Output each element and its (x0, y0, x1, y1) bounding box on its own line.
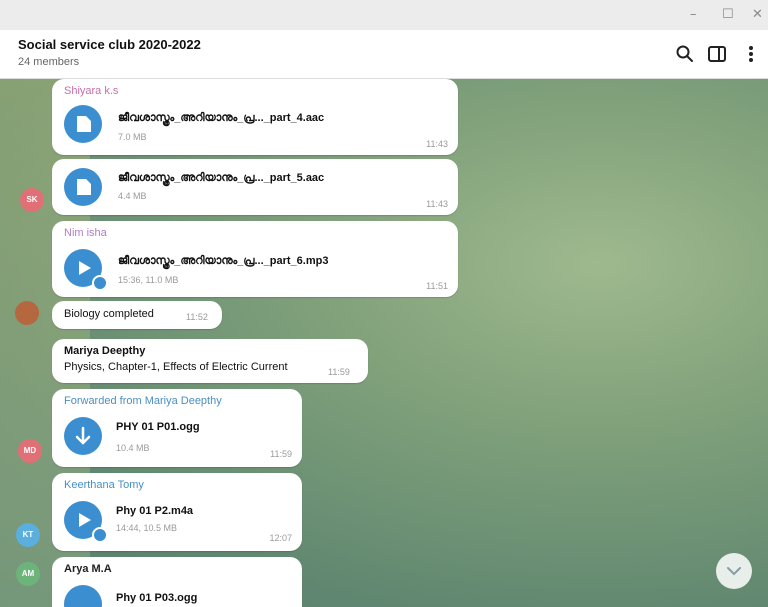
file-meta: 14:44, 10.5 MB (116, 523, 178, 533)
forwarded-label[interactable]: Forwarded from Mariya Deepthy (64, 395, 222, 407)
sender-name[interactable]: Keerthana Tomy (64, 479, 144, 491)
file-icon[interactable] (64, 105, 102, 143)
more-vert-icon[interactable] (740, 43, 762, 65)
sender-name[interactable]: Nim isha (64, 227, 107, 239)
file-icon[interactable] (64, 585, 102, 607)
sender-name[interactable]: Arya M.A (64, 563, 112, 575)
sender-name[interactable]: Shiyara k.s (64, 85, 118, 97)
message-time: 11:52 (186, 312, 208, 322)
file-message[interactable]: Arya M.A Phy 01 P03.ogg (52, 557, 302, 607)
file-name: ജീവശാസ്ത്രം_അറിയാനും_പ്ര..._part_5.aac (118, 172, 325, 184)
file-icon[interactable] (64, 168, 102, 206)
message-time: 11:43 (426, 199, 448, 209)
file-name: PHY 01 P01.ogg (116, 421, 200, 433)
avatar[interactable]: KT (16, 523, 40, 547)
avatar[interactable]: MD (18, 439, 42, 463)
message-time: 12:07 (269, 533, 292, 543)
audio-message[interactable]: Nim isha ജീവശാസ്ത്രം_അറിയാനും_പ്ര..._par… (52, 221, 458, 297)
file-size: 4.4 MB (118, 191, 147, 201)
message-time: 11:43 (426, 139, 448, 149)
download-badge-icon[interactable] (92, 527, 108, 543)
file-name: Phy 01 P2.m4a (116, 505, 194, 517)
file-meta: 15:36, 11.0 MB (118, 275, 179, 285)
side-panel-icon[interactable] (706, 43, 728, 65)
download-button[interactable] (64, 417, 102, 455)
window-titlebar: – ☐ ✕ (0, 0, 768, 30)
sender-name[interactable]: Mariya Deepthy (64, 345, 145, 357)
file-message[interactable]: Shiyara k.s ജീവശാസ്ത്രം_അറിയാനും_പ്ര..._… (52, 79, 458, 155)
text-message[interactable]: Biology completed 11:52 (52, 301, 222, 329)
chevron-down-icon (727, 567, 741, 576)
avatar[interactable]: AM (16, 562, 40, 586)
search-icon[interactable] (674, 43, 696, 65)
message-text: Biology completed (64, 308, 154, 320)
scroll-down-button[interactable] (716, 553, 752, 589)
message-text: Physics, Chapter-1, Effects of Electric … (64, 361, 288, 373)
file-message[interactable]: Forwarded from Mariya Deepthy PHY 01 P01… (52, 389, 302, 467)
avatar-photo[interactable] (15, 301, 39, 325)
chat-header[interactable]: Social service club 2020-2022 24 members (0, 30, 768, 79)
avatar[interactable]: SK (20, 188, 44, 212)
file-message[interactable]: ജീവശാസ്ത്രം_അറിയാനും_പ്ര..._part_5.aac 4… (52, 159, 458, 215)
message-time: 11:59 (328, 367, 350, 377)
chat-title[interactable]: Social service club 2020-2022 (18, 37, 201, 52)
audio-message[interactable]: Keerthana Tomy Phy 01 P2.m4a 14:44, 10.5… (52, 473, 302, 551)
download-badge-icon[interactable] (92, 275, 108, 291)
file-name: ജീവശാസ്ത്രം_അറിയാനും_പ്ര..._part_6.mp3 (118, 255, 329, 267)
message-list[interactable]: Shiyara k.s ജീവശാസ്ത്രം_അറിയാനും_പ്ര..._… (0, 79, 768, 607)
maximize-button[interactable]: ☐ (722, 8, 734, 22)
text-message[interactable]: Mariya Deepthy Physics, Chapter-1, Effec… (52, 339, 368, 383)
member-count: 24 members (18, 56, 80, 68)
message-time: 11:51 (426, 281, 448, 291)
file-name: ജീവശാസ്ത്രം_അറിയാനും_പ്ര..._part_4.aac (118, 112, 325, 124)
file-size: 10.4 MB (116, 443, 150, 453)
file-name: Phy 01 P03.ogg (116, 592, 198, 604)
message-time: 11:59 (270, 449, 292, 459)
file-size: 7.0 MB (118, 132, 147, 142)
minimize-button[interactable]: – (690, 8, 697, 22)
close-button[interactable]: ✕ (752, 8, 763, 22)
